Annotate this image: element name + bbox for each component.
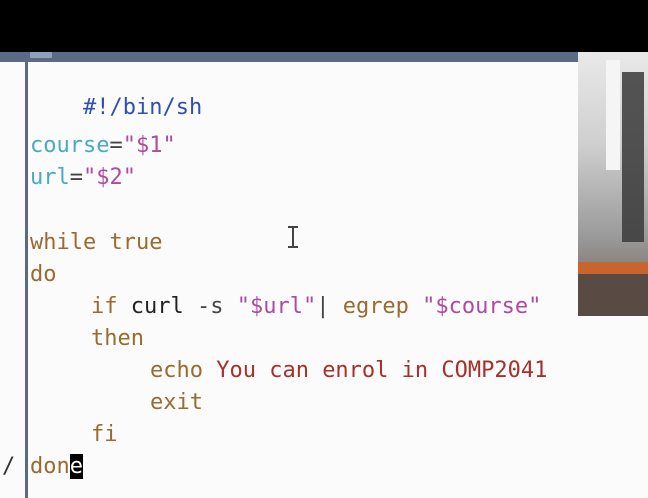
code-line-fi[interactable]: fi — [91, 422, 118, 448]
course-var: course — [30, 133, 110, 158]
code-line-done[interactable]: done — [30, 454, 83, 480]
window-title-bar — [0, 52, 648, 62]
gutter-line — [25, 62, 28, 498]
webcam-overlay — [578, 52, 648, 316]
pipe: | — [316, 294, 330, 319]
curl-flag: -s — [183, 294, 224, 319]
url-value: "$2" — [83, 165, 136, 190]
code-line-while[interactable]: while true — [30, 230, 162, 256]
then-keyword: then — [91, 326, 144, 351]
echo-command: echo — [150, 358, 203, 383]
curl-command: curl — [117, 294, 184, 319]
text-cursor: e — [69, 454, 83, 479]
code-line-echo[interactable]: echo You can enrol in COMP2041 — [150, 358, 547, 384]
fi-keyword: fi — [91, 422, 118, 447]
do-keyword: do — [30, 262, 57, 287]
code-line-if[interactable]: if curl -s "$url"| egrep "$course" — [91, 294, 541, 320]
code-line-url[interactable]: url="$2" — [30, 165, 136, 191]
code-line-do[interactable]: do — [30, 262, 57, 288]
done-keyword: don — [30, 454, 70, 479]
while-keyword: while — [30, 230, 97, 255]
code-line-then[interactable]: then — [91, 326, 144, 352]
course-string: "$course" — [408, 294, 542, 319]
url-var: url — [30, 165, 70, 190]
url-eq: = — [69, 165, 83, 190]
echo-message: You can enrol in COMP2041 — [202, 358, 548, 383]
url-string: "$url" — [223, 294, 317, 319]
code-line-course[interactable]: course="$1" — [30, 133, 176, 159]
course-value: "$1" — [122, 133, 176, 158]
course-eq: = — [109, 133, 123, 158]
if-keyword: if — [91, 294, 118, 319]
shebang: #!/bin/sh — [82, 95, 203, 120]
gutter-marker: / — [2, 454, 16, 479]
ibeam-cursor-icon — [288, 226, 298, 248]
title-label — [30, 52, 52, 58]
code-editor[interactable]: #!/bin/sh course="$1" url="$2" while tru… — [0, 52, 648, 498]
egrep-command: egrep — [329, 294, 409, 319]
while-condition: true — [96, 230, 163, 255]
exit-command: exit — [150, 390, 203, 415]
code-line-exit[interactable]: exit — [150, 390, 203, 416]
